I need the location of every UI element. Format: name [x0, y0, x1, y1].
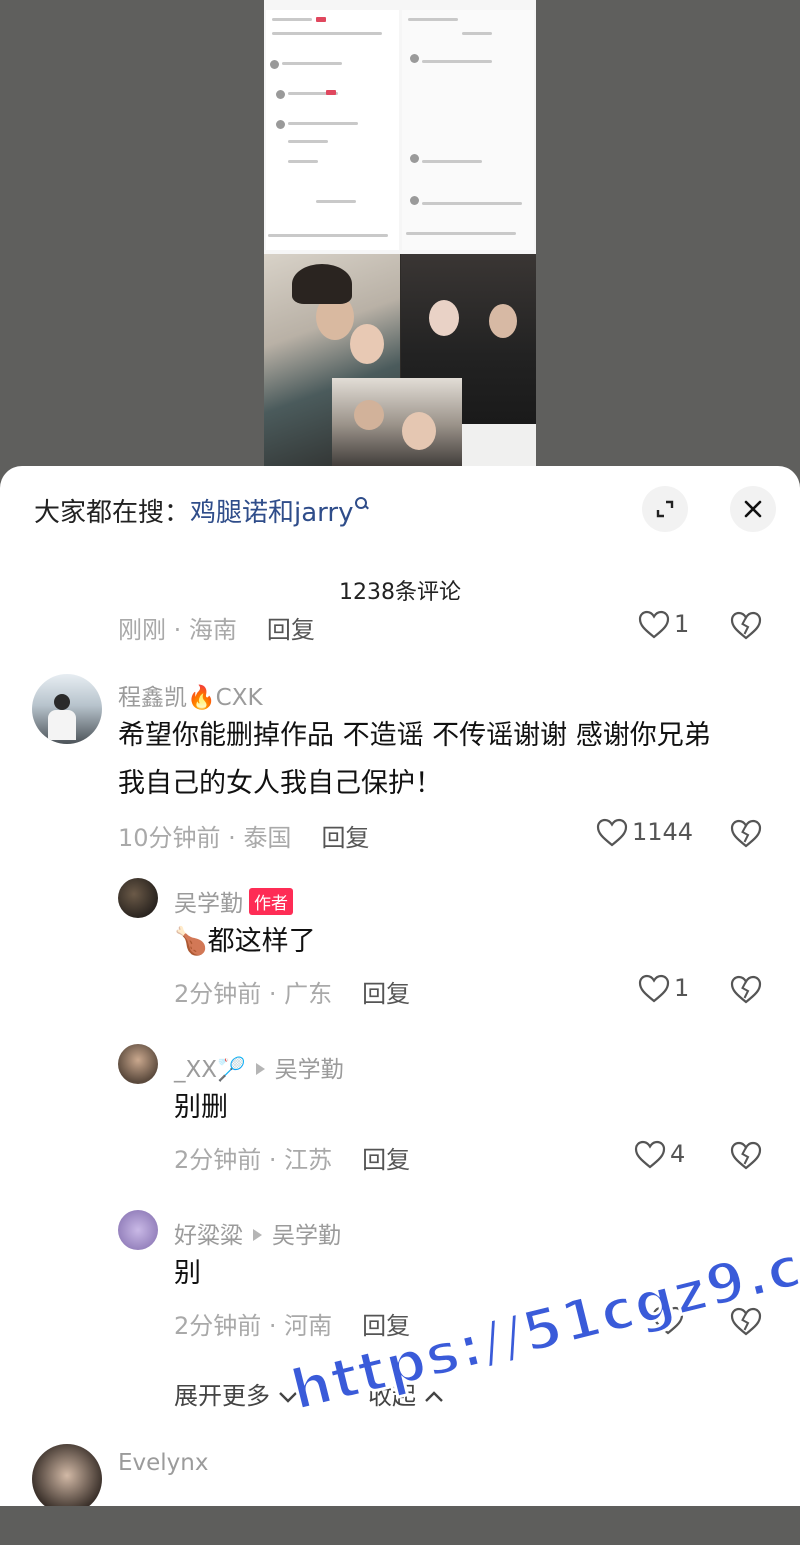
- heart-icon: [638, 974, 670, 1003]
- like-button[interactable]: 1: [638, 610, 689, 640]
- like-button[interactable]: 1144: [596, 818, 693, 848]
- comment-meta: 2分钟前 · 广东 回复: [174, 980, 411, 1008]
- reply-button[interactable]: 回复: [362, 1146, 410, 1174]
- reply-text: 别: [174, 1258, 201, 1289]
- reply-arrow-icon: [253, 1229, 262, 1241]
- close-icon: [744, 500, 762, 518]
- reply-username: 好粱粱 吴学勤: [174, 1216, 341, 1250]
- avatar[interactable]: [32, 674, 102, 744]
- video-frame: [264, 0, 536, 470]
- like-count: 1: [674, 610, 690, 638]
- screenshot-pane-right: [402, 10, 534, 250]
- comment-text: 希望你能删掉作品 不造谣 不传谣谢谢 感谢你兄弟 我自己的女人我自己保护！: [118, 712, 711, 808]
- expand-button[interactable]: [642, 486, 688, 532]
- collapse-label: 收起: [368, 1382, 416, 1410]
- reply-to-username[interactable]: 吴学勤: [272, 1223, 341, 1249]
- expand-more-label: 展开更多: [174, 1382, 270, 1410]
- heart-icon: [596, 818, 628, 847]
- comment-time: 2分钟前: [174, 1312, 262, 1340]
- comment-count: 1238条评论: [339, 580, 461, 605]
- collapse-replies-button[interactable]: 收起: [368, 1376, 444, 1411]
- comment-location: 海南: [188, 616, 237, 644]
- like-button[interactable]: 4: [634, 1140, 685, 1170]
- comment-time: 刚刚: [118, 616, 166, 644]
- heart-icon: [652, 1306, 684, 1335]
- comment-text-line: 我自己的女人我自己保护！: [118, 768, 442, 799]
- dislike-icon[interactable]: [730, 611, 762, 641]
- comment-location: 泰国: [243, 824, 292, 852]
- comment-meta: 10分钟前 · 泰国 回复: [118, 824, 370, 852]
- dislike-icon[interactable]: [730, 975, 762, 1005]
- comment-location: 江苏: [284, 1146, 333, 1174]
- trending-search-prefix: 大家都在搜：: [34, 498, 191, 528]
- reply-button[interactable]: 回复: [362, 1312, 410, 1340]
- chevron-down-icon: [278, 1392, 297, 1403]
- comment-time: 2分钟前: [174, 980, 262, 1008]
- comment-sheet: 大家都在搜：鸡腿诺和jarry 1238条评论 刚刚 · 海南 回复 1 程鑫凯🔥…: [0, 466, 800, 1506]
- reply-username-text[interactable]: 好粱粱: [174, 1223, 243, 1249]
- comment-username[interactable]: Evelynx: [118, 1450, 208, 1476]
- dislike-icon[interactable]: [730, 1307, 762, 1337]
- like-button[interactable]: [652, 1306, 688, 1336]
- like-count: 4: [670, 1140, 686, 1168]
- photo-collage: [264, 254, 536, 470]
- author-badge: 作者: [249, 888, 293, 915]
- avatar[interactable]: [32, 1444, 102, 1506]
- reply-username-text[interactable]: _XX🏸: [174, 1057, 246, 1083]
- comment-location: 广东: [284, 980, 333, 1008]
- comment-meta: 2分钟前 · 河南 回复: [174, 1312, 411, 1340]
- comment-meta: 2分钟前 · 江苏 回复: [174, 1146, 411, 1174]
- reply-arrow-icon: [255, 1063, 265, 1075]
- expand-icon: [656, 500, 674, 518]
- reply-username: _XX🏸 吴学勤: [174, 1050, 344, 1084]
- trending-search-keyword[interactable]: 鸡腿诺和jarry: [190, 498, 353, 528]
- reply-text: 🍗都这样了: [174, 926, 316, 957]
- comment-time: 2分钟前: [174, 1146, 262, 1174]
- heart-icon: [638, 610, 670, 639]
- reply-to-username[interactable]: 吴学勤: [275, 1057, 344, 1083]
- like-button[interactable]: 1: [638, 974, 689, 1004]
- expand-more-replies-button[interactable]: 展开更多: [174, 1376, 298, 1411]
- reply-username-text[interactable]: 吴学勤: [174, 891, 243, 917]
- like-count: 1: [674, 974, 690, 1002]
- search-icon: [355, 497, 369, 511]
- reply-button[interactable]: 回复: [321, 824, 369, 852]
- dislike-icon[interactable]: [730, 819, 762, 849]
- avatar[interactable]: [118, 1044, 158, 1084]
- heart-icon: [634, 1140, 666, 1169]
- close-button[interactable]: [730, 486, 776, 532]
- like-count: 1144: [632, 818, 694, 846]
- chevron-up-icon: [424, 1391, 443, 1402]
- avatar[interactable]: [118, 878, 158, 918]
- reply-button[interactable]: 回复: [267, 616, 315, 644]
- comment-username[interactable]: 程鑫凯🔥CXK: [118, 678, 263, 712]
- comment-text-line: 希望你能删掉作品 不造谣 不传谣谢谢 感谢你兄弟: [118, 720, 711, 751]
- comment-location: 河南: [284, 1312, 333, 1340]
- reply-text: 别删: [174, 1092, 228, 1123]
- trending-search-bar[interactable]: 大家都在搜：鸡腿诺和jarry: [34, 492, 369, 529]
- dislike-icon[interactable]: [730, 1141, 762, 1171]
- reply-button[interactable]: 回复: [362, 980, 410, 1008]
- comment-meta: 刚刚 · 海南 回复: [118, 616, 315, 644]
- screenshot-pane-left: [266, 10, 399, 250]
- video-area[interactable]: [0, 0, 800, 480]
- avatar[interactable]: [118, 1210, 158, 1250]
- reply-username: 吴学勤 作者: [174, 884, 293, 918]
- comment-time: 10分钟前: [118, 824, 221, 852]
